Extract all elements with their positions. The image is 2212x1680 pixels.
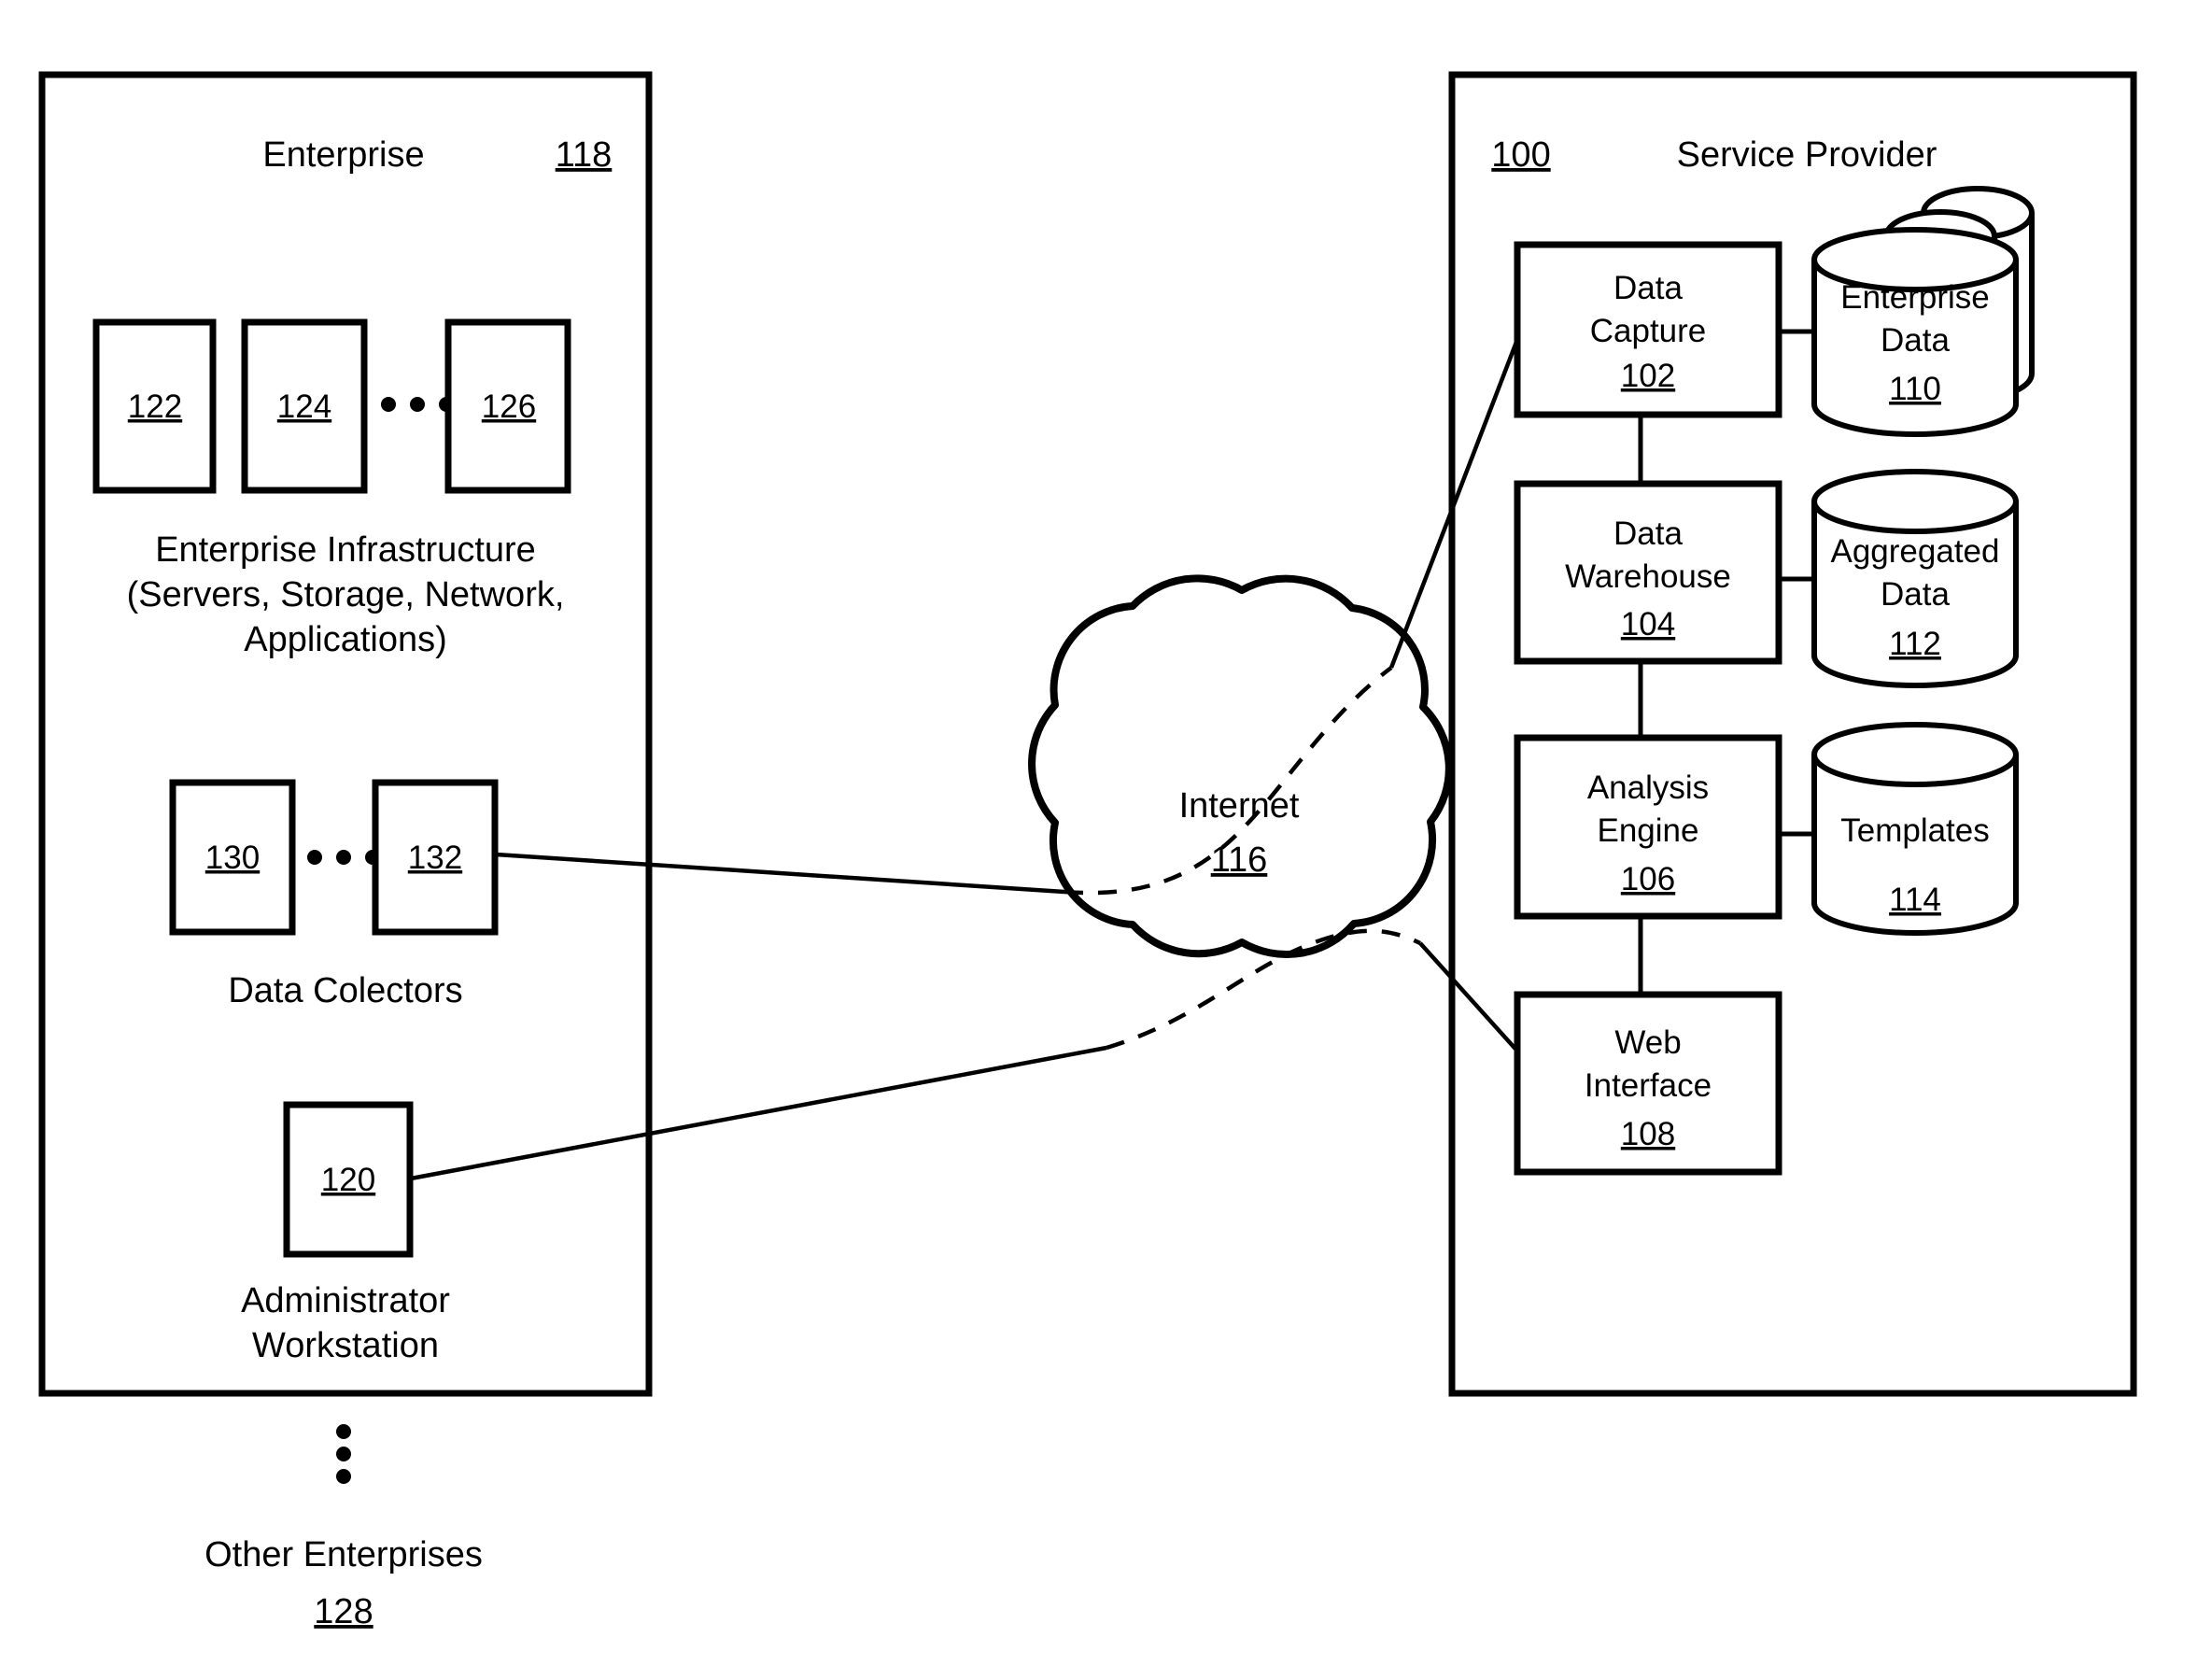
node-web-interface-line2: Interface	[1585, 1067, 1712, 1104]
connector-cloud-to-data-capture	[1388, 324, 1526, 669]
enterprise-panel-ref: 118	[556, 135, 613, 175]
node-data-capture-ref: 102	[1621, 358, 1675, 394]
data-collectors-caption: Data Colectors	[228, 971, 462, 1010]
collector-ellipsis-dot-1	[307, 850, 322, 865]
store-enterprise-data-line2: Data	[1881, 322, 1950, 359]
other-enterprises-dot-2	[336, 1447, 351, 1461]
service-provider-panel-heading: Service Provider	[1677, 135, 1937, 175]
data-collector-box-130-ref: 130	[205, 840, 260, 876]
connector-workstation-to-cloud	[410, 1045, 1107, 1181]
internet-ref: 116	[1211, 840, 1268, 880]
infrastructure-caption-line3: Applications)	[244, 620, 447, 659]
node-web-interface-line1: Web	[1614, 1024, 1681, 1061]
other-enterprises-ref: 128	[314, 1592, 373, 1631]
node-data-warehouse-line1: Data	[1613, 515, 1683, 552]
internet-label: Internet	[1179, 786, 1300, 826]
enterprise-panel-heading: Enterprise	[262, 135, 424, 175]
store-templates-line1: Templates	[1840, 812, 1990, 849]
internet-cloud	[1028, 574, 1453, 958]
infrastructure-caption-line1: Enterprise Infrastructure	[155, 530, 536, 570]
infrastructure-ellipsis-dot-1	[381, 397, 396, 412]
other-enterprises-caption: Other Enterprises	[204, 1535, 483, 1574]
node-data-warehouse-line2: Warehouse	[1565, 558, 1731, 595]
node-data-capture-line1: Data	[1613, 270, 1683, 306]
store-aggregated-data-line1: Aggregated	[1831, 533, 2000, 570]
other-enterprises-dot-1	[336, 1424, 351, 1439]
store-enterprise-data-ref: 110	[1889, 371, 1941, 407]
node-analysis-engine-line1: Analysis	[1587, 769, 1709, 806]
administrator-workstation-caption-line2: Workstation	[252, 1326, 439, 1365]
node-analysis-engine-line2: Engine	[1598, 812, 1699, 849]
data-collector-box-132-ref: 132	[408, 840, 462, 876]
infrastructure-ellipsis-dot-2	[410, 397, 425, 412]
store-templates-ref: 114	[1889, 882, 1941, 918]
patent-figure-svg: Enterprise 118 122 124 126 Enterprise In…	[38, 71, 2137, 1631]
store-aggregated-data-ref: 112	[1889, 626, 1941, 662]
node-data-warehouse-ref: 104	[1621, 606, 1675, 642]
node-web-interface-ref: 108	[1621, 1116, 1675, 1152]
infrastructure-box-122-ref: 122	[128, 388, 182, 425]
store-aggregated-data-line2: Data	[1881, 576, 1950, 613]
figure-canvas: Enterprise 118 122 124 126 Enterprise In…	[0, 0, 2212, 1680]
administrator-workstation-caption-line1: Administrator	[241, 1281, 450, 1320]
infrastructure-box-124-ref: 124	[277, 388, 331, 425]
infrastructure-caption-line2: (Servers, Storage, Network,	[127, 575, 565, 614]
node-analysis-engine-ref: 106	[1621, 861, 1675, 897]
store-templates[interactable]: Templates 114	[1811, 722, 2019, 936]
connector-cloud-to-web-interface	[1418, 941, 1525, 1059]
store-aggregated-data[interactable]: Aggregated Data 112	[1811, 469, 2019, 688]
store-enterprise-data-line1: Enterprise	[1840, 279, 1990, 316]
collector-ellipsis-dot-2	[336, 850, 351, 865]
node-data-capture-line2: Capture	[1590, 313, 1707, 349]
service-provider-panel-ref: 100	[1491, 135, 1550, 175]
other-enterprises-dot-3	[336, 1469, 351, 1484]
infrastructure-box-126-ref: 126	[482, 388, 536, 425]
administrator-workstation-ref: 120	[321, 1162, 375, 1198]
store-enterprise-data[interactable]: Enterprise Data 110	[1811, 186, 2035, 437]
connector-collector-to-cloud	[495, 852, 1065, 895]
